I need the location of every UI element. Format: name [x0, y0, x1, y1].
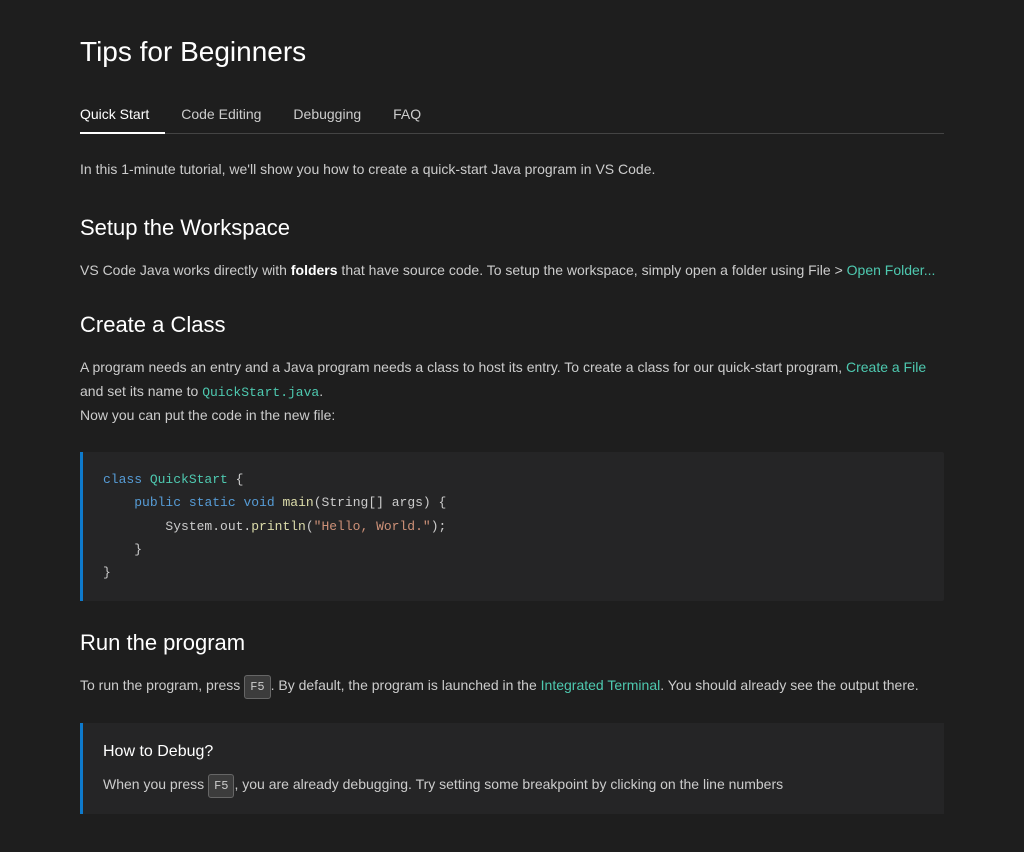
page-title: Tips for Beginners: [80, 30, 944, 75]
section-title-create-class: Create a Class: [80, 307, 944, 342]
code-line-3: System.out.println("Hello, World.");: [103, 515, 924, 538]
tab-debugging[interactable]: Debugging: [277, 95, 377, 133]
callout-debug: How to Debug? When you press F5, you are…: [80, 723, 944, 814]
callout-title: How to Debug?: [103, 739, 924, 765]
section-body-setup: VS Code Java works directly with folders…: [80, 259, 944, 283]
tab-faq[interactable]: FAQ: [377, 95, 437, 133]
code-line-1: class QuickStart {: [103, 468, 924, 491]
section-title-run: Run the program: [80, 625, 944, 660]
tab-code-editing[interactable]: Code Editing: [165, 95, 277, 133]
section-body-create-class: A program needs an entry and a Java prog…: [80, 356, 944, 428]
code-line-4: }: [103, 538, 924, 561]
page-container: Tips for Beginners Quick Start Code Edit…: [0, 0, 1024, 852]
f5-key-debug: F5: [208, 774, 234, 798]
bold-folders: folders: [291, 262, 338, 278]
create-file-link[interactable]: Create a File: [846, 359, 926, 375]
f5-key-run: F5: [244, 675, 270, 699]
intro-text: In this 1-minute tutorial, we'll show yo…: [80, 158, 944, 182]
tabs-container: Quick Start Code Editing Debugging FAQ: [80, 95, 944, 134]
open-folder-link[interactable]: Open Folder...: [847, 262, 936, 278]
tab-quick-start[interactable]: Quick Start: [80, 95, 165, 133]
quickstart-filename: QuickStart.java: [202, 385, 319, 400]
callout-body: When you press F5, you are already debug…: [103, 773, 924, 798]
code-line-5: }: [103, 561, 924, 584]
code-line-2: public static void main(String[] args) {: [103, 491, 924, 514]
section-body-run: To run the program, press F5. By default…: [80, 674, 944, 699]
section-title-setup: Setup the Workspace: [80, 210, 944, 245]
code-block: class QuickStart { public static void ma…: [80, 452, 944, 601]
integrated-terminal-link[interactable]: Integrated Terminal: [541, 677, 661, 693]
